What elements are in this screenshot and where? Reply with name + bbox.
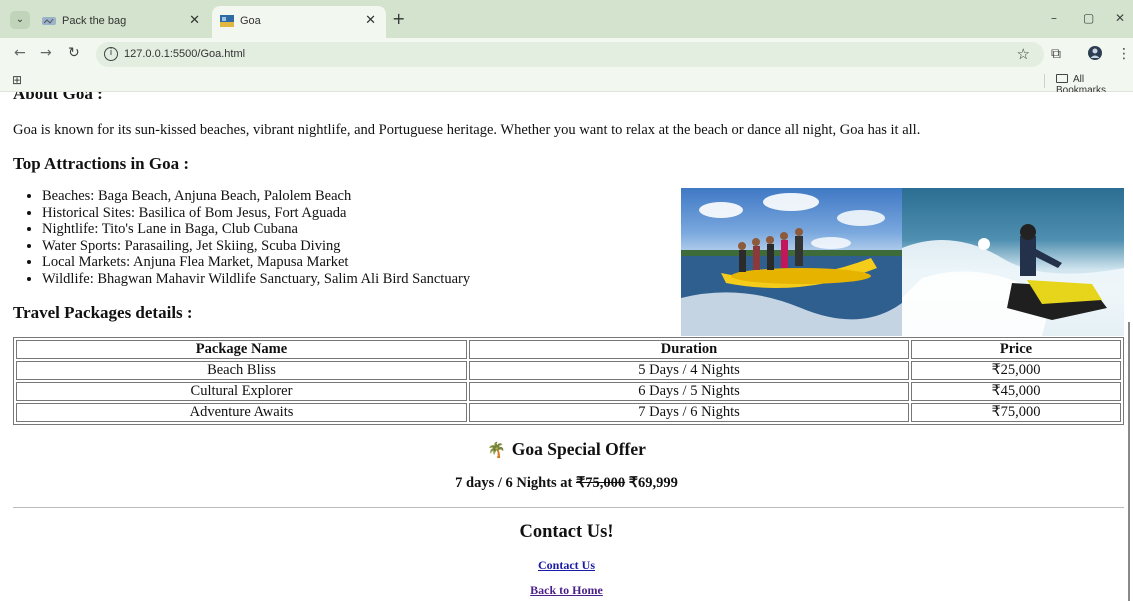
table-cell: Cultural Explorer [16, 382, 467, 401]
tab-strip: ⌄ Pack the bag ✕ Goa ✕ + – ▢ ✕ [0, 0, 1133, 38]
table-row: Cultural Explorer 6 Days / 5 Nights ₹45,… [16, 382, 1121, 401]
tab-goa[interactable]: Goa ✕ [212, 6, 386, 38]
table-cell: 5 Days / 4 Nights [469, 361, 909, 380]
tab-pack-the-bag[interactable]: Pack the bag ✕ [34, 6, 210, 38]
offer-heading: 🌴 Goa Special Offer [0, 439, 1133, 460]
close-icon[interactable]: ✕ [365, 13, 376, 28]
contact-us-link[interactable]: Contact Us [538, 558, 595, 572]
offer-prefix: 7 days / 6 Nights at [455, 475, 573, 491]
list-item: Local Markets: Anjuna Flea Market, Mapus… [42, 254, 470, 271]
about-heading: About Goa : [13, 92, 103, 103]
url-text[interactable]: 127.0.0.1:5500/Goa.html [124, 48, 245, 60]
list-item: Beaches: Baga Beach, Anjuna Beach, Palol… [42, 188, 470, 205]
bookmarks-bar: ⊞ All Bookmarks [0, 70, 1133, 96]
tab-title: Pack the bag [62, 15, 127, 27]
banana-boat-photo [681, 188, 902, 336]
contact-heading: Contact Us! [519, 522, 614, 542]
offer-details: 7 days / 6 Nights at ₹75,000 ₹69,999 [0, 475, 1133, 492]
table-cell: 6 Days / 5 Nights [469, 382, 909, 401]
forward-arrow-icon[interactable]: → [40, 45, 52, 61]
page-favicon-icon [220, 15, 234, 27]
apps-grid-icon[interactable]: ⊞ [12, 73, 22, 87]
attractions-list: Beaches: Baga Beach, Anjuna Beach, Palol… [30, 188, 470, 287]
tab-title: Goa [240, 15, 261, 27]
table-row: Beach Bliss 5 Days / 4 Nights ₹25,000 [16, 361, 1121, 380]
table-row: Adventure Awaits 7 Days / 6 Nights ₹75,0… [16, 403, 1121, 422]
about-text: Goa is known for its sun-kissed beaches,… [13, 122, 921, 138]
close-window-button[interactable]: ✕ [1115, 11, 1125, 25]
old-price: ₹75,000 [576, 475, 626, 491]
list-item: Wildlife: Bhagwan Mahavir Wildlife Sanct… [42, 271, 470, 288]
list-item: Water Sports: Parasailing, Jet Skiing, S… [42, 238, 470, 255]
back-to-home-link[interactable]: Back to Home [530, 583, 603, 597]
table-cell: ₹25,000 [911, 361, 1121, 380]
page-content: About Goa : Goa is known for its sun-kis… [0, 92, 1133, 601]
divider [1044, 74, 1045, 88]
new-price: ₹69,999 [628, 475, 678, 491]
maximize-button[interactable]: ▢ [1083, 11, 1094, 25]
address-bar[interactable]: i 127.0.0.1:5500/Goa.html ☆ [96, 42, 1044, 67]
new-tab-button[interactable]: + [392, 11, 405, 27]
table-header-row: Package Name Duration Price [16, 340, 1121, 359]
more-menu-icon[interactable]: ⋮ [1117, 46, 1131, 62]
site-info-icon[interactable]: i [104, 47, 118, 61]
jet-ski-photo [902, 188, 1124, 336]
chevron-down-icon[interactable]: ⌄ [10, 11, 30, 29]
extensions-icon[interactable]: ⧉ [1051, 46, 1061, 62]
contact-link-wrapper: Contact Us [0, 558, 1133, 573]
palm-tree-icon: 🌴 [487, 441, 506, 459]
list-item: Nightlife: Tito's Lane in Baga, Club Cub… [42, 221, 470, 238]
reload-icon[interactable]: ↻ [68, 45, 80, 61]
divider [13, 507, 1124, 508]
page-favicon-icon [42, 17, 56, 25]
table-cell: Adventure Awaits [16, 403, 467, 422]
back-arrow-icon[interactable]: ← [14, 45, 26, 61]
column-header: Price [911, 340, 1121, 359]
column-header: Duration [469, 340, 909, 359]
home-link-wrapper: Back to Home [0, 583, 1133, 598]
table-cell: Beach Bliss [16, 361, 467, 380]
packages-table: Package Name Duration Price Beach Bliss … [13, 337, 1124, 425]
offer-title-text: Goa Special Offer [511, 439, 646, 459]
attractions-heading: Top Attractions in Goa : [13, 154, 190, 173]
close-icon[interactable]: ✕ [189, 13, 200, 28]
table-cell: 7 Days / 6 Nights [469, 403, 909, 422]
profile-icon[interactable] [1088, 46, 1102, 64]
star-icon[interactable]: ☆ [1017, 45, 1030, 63]
minimize-button[interactable]: – [1051, 11, 1057, 25]
packages-heading: Travel Packages details : [13, 303, 193, 322]
browser-toolbar: ← → ↻ i 127.0.0.1:5500/Goa.html ☆ ⧉ ⋮ [0, 38, 1133, 70]
list-item: Historical Sites: Basilica of Bom Jesus,… [42, 205, 470, 222]
table-cell: ₹45,000 [911, 382, 1121, 401]
column-header: Package Name [16, 340, 467, 359]
table-cell: ₹75,000 [911, 403, 1121, 422]
folder-icon [1056, 74, 1068, 83]
